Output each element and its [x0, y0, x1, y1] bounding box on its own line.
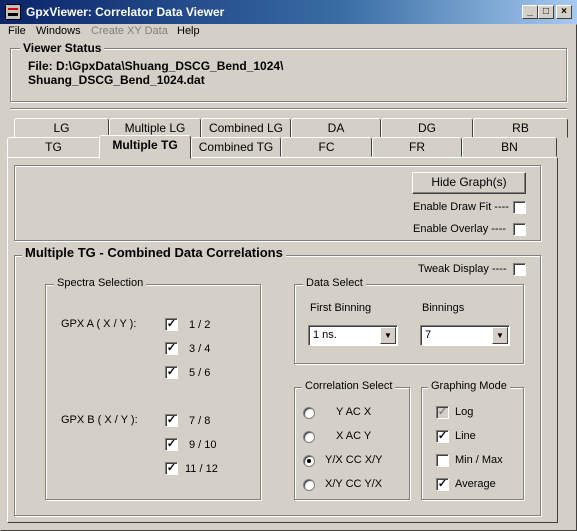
- tab-fr[interactable]: FR: [372, 137, 462, 157]
- spectra-b-11-12-label: 11 / 12: [185, 463, 218, 475]
- window-title: GpxViewer: Correlator Data Viewer: [26, 5, 225, 19]
- tab-combined-tg[interactable]: Combined TG: [191, 137, 281, 157]
- data-select-title: Data Select: [303, 277, 366, 289]
- radio-xy-cc-yx[interactable]: [303, 479, 315, 491]
- spectra-a-1-2-checkbox[interactable]: ✓: [165, 318, 178, 331]
- tab-multiple-tg[interactable]: Multiple TG: [99, 135, 191, 159]
- spectra-a-5-6-label: 5 / 6: [189, 367, 211, 379]
- binnings-select[interactable]: 7 ▼: [420, 325, 510, 346]
- first-binning-value: 1 ns.: [313, 329, 337, 341]
- menu-file[interactable]: File: [8, 25, 26, 39]
- radio-y-ac-x[interactable]: [303, 407, 315, 419]
- spectra-b-7-8-checkbox[interactable]: ✓: [165, 414, 178, 427]
- binnings-label: Binnings: [422, 302, 465, 314]
- menu-help[interactable]: Help: [177, 25, 200, 39]
- radio-x-ac-y-label: X AC Y: [336, 430, 372, 442]
- graph-minmax-label: Min / Max: [455, 454, 503, 466]
- spectra-b-11-12-checkbox[interactable]: ✓: [165, 462, 178, 475]
- radio-yx-cc-xy[interactable]: [303, 455, 315, 467]
- spectra-b-7-8-label: 7 / 8: [189, 415, 211, 427]
- tab-lg[interactable]: LG: [14, 118, 109, 138]
- tab-dg[interactable]: DG: [381, 118, 473, 138]
- first-binning-label: First Binning: [310, 302, 372, 314]
- spectra-a-1-2-label: 1 / 2: [189, 319, 211, 331]
- tab-rb[interactable]: RB: [473, 118, 568, 138]
- tab-tg[interactable]: TG: [7, 137, 100, 157]
- enable-overlay-checkbox[interactable]: [513, 223, 526, 236]
- graph-log-label: Log: [455, 406, 474, 418]
- tweak-display-checkbox[interactable]: [513, 263, 526, 276]
- graph-log-checkbox[interactable]: ✓: [436, 406, 449, 419]
- maximize-button[interactable]: □: [538, 5, 554, 19]
- binnings-value: 7: [425, 329, 432, 341]
- data-select-group: [294, 284, 524, 364]
- chevron-down-icon[interactable]: ▼: [492, 327, 508, 344]
- graph-minmax-checkbox[interactable]: [436, 454, 449, 467]
- graph-average-checkbox[interactable]: ✓: [436, 478, 449, 491]
- close-button[interactable]: ×: [556, 5, 572, 19]
- gpx-b-label: GPX B ( X / Y ):: [61, 414, 138, 426]
- status-file-line2: Shuang_DSCG_Bend_1024.dat: [28, 73, 205, 87]
- enable-draw-fit-label: Enable Draw Fit ----: [413, 201, 509, 213]
- spectra-selection-group: [45, 284, 261, 500]
- correlations-title: Multiple TG - Combined Data Correlations: [22, 245, 286, 260]
- tab-da[interactable]: DA: [291, 118, 381, 138]
- correlation-select-title: Correlation Select: [302, 380, 396, 392]
- spectra-a-5-6-checkbox[interactable]: ✓: [165, 366, 178, 379]
- minimize-button[interactable]: _: [522, 5, 538, 19]
- status-file-line1: File: D:\GpxData\Shuang_DSCG_Bend_1024\: [28, 59, 284, 73]
- separator: [10, 108, 567, 110]
- radio-xy-cc-yx-label: X/Y CC Y/X: [325, 478, 383, 490]
- graphing-mode-title: Graphing Mode: [428, 380, 510, 392]
- spectra-b-9-10-label: 9 / 10: [189, 439, 217, 451]
- chevron-down-icon[interactable]: ▼: [380, 327, 396, 344]
- tab-fc[interactable]: FC: [281, 137, 372, 157]
- tab-bn[interactable]: BN: [462, 137, 557, 157]
- graph-average-label: Average: [455, 478, 496, 490]
- spectra-b-9-10-checkbox[interactable]: ✓: [165, 438, 178, 451]
- radio-y-ac-x-label: Y AC X: [336, 406, 372, 418]
- menu-windows[interactable]: Windows: [36, 25, 81, 39]
- radio-x-ac-y[interactable]: [303, 431, 315, 443]
- spectra-selection-title: Spectra Selection: [54, 277, 147, 289]
- spectra-a-3-4-checkbox[interactable]: ✓: [165, 342, 178, 355]
- tab-combined-lg[interactable]: Combined LG: [201, 118, 291, 138]
- spectra-a-3-4-label: 3 / 4: [189, 343, 211, 355]
- menu-create-xy-data[interactable]: Create XY Data: [91, 25, 168, 39]
- first-binning-select[interactable]: 1 ns. ▼: [308, 325, 398, 346]
- graph-line-checkbox[interactable]: ✓: [436, 430, 449, 443]
- enable-draw-fit-checkbox[interactable]: [513, 201, 526, 214]
- graph-line-label: Line: [455, 430, 476, 442]
- hide-graphs-button[interactable]: Hide Graph(s): [412, 172, 526, 194]
- enable-overlay-label: Enable Overlay ----: [413, 223, 506, 235]
- app-icon[interactable]: [5, 4, 21, 20]
- radio-yx-cc-xy-label: Y/X CC X/Y: [325, 454, 383, 466]
- tweak-display-label: Tweak Display ----: [418, 263, 507, 275]
- viewer-status-heading: Viewer Status: [20, 41, 105, 55]
- gpx-a-label: GPX A ( X / Y ):: [61, 318, 137, 330]
